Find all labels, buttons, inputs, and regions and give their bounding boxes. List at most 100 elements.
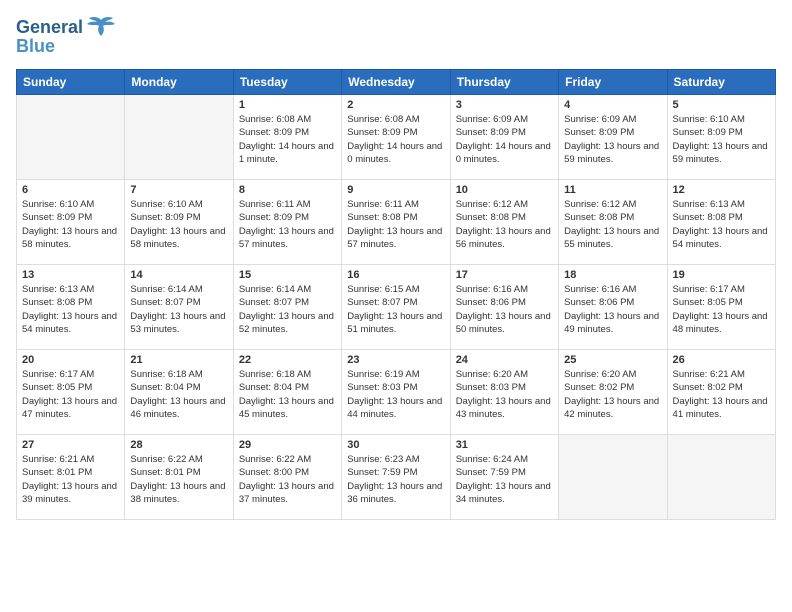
weekday-header: Monday (125, 70, 233, 95)
day-number: 18 (564, 269, 661, 281)
calendar-day-cell: 21 Sunrise: 6:18 AM Sunset: 8:04 PM Dayl… (125, 350, 233, 435)
day-number: 20 (22, 354, 119, 366)
calendar-day-cell: 3 Sunrise: 6:09 AM Sunset: 8:09 PM Dayli… (450, 95, 558, 180)
day-detail: Sunrise: 6:14 AM Sunset: 8:07 PM Dayligh… (130, 283, 227, 336)
logo-bird-icon (87, 16, 115, 38)
day-detail: Sunrise: 6:16 AM Sunset: 8:06 PM Dayligh… (456, 283, 553, 336)
calendar-day-cell: 13 Sunrise: 6:13 AM Sunset: 8:08 PM Dayl… (17, 265, 125, 350)
calendar-day-cell: 9 Sunrise: 6:11 AM Sunset: 8:08 PM Dayli… (342, 180, 450, 265)
calendar-day-cell (667, 435, 775, 520)
day-number: 30 (347, 439, 444, 451)
calendar-day-cell (125, 95, 233, 180)
calendar-day-cell: 19 Sunrise: 6:17 AM Sunset: 8:05 PM Dayl… (667, 265, 775, 350)
calendar-day-cell: 16 Sunrise: 6:15 AM Sunset: 8:07 PM Dayl… (342, 265, 450, 350)
day-detail: Sunrise: 6:22 AM Sunset: 8:00 PM Dayligh… (239, 453, 336, 506)
calendar-week-row: 6 Sunrise: 6:10 AM Sunset: 8:09 PM Dayli… (17, 180, 776, 265)
day-number: 8 (239, 184, 336, 196)
day-detail: Sunrise: 6:11 AM Sunset: 8:08 PM Dayligh… (347, 198, 444, 251)
logo-blue: Blue (16, 36, 55, 57)
calendar-day-cell: 11 Sunrise: 6:12 AM Sunset: 8:08 PM Dayl… (559, 180, 667, 265)
day-number: 13 (22, 269, 119, 281)
day-number: 28 (130, 439, 227, 451)
weekday-header: Tuesday (233, 70, 341, 95)
day-number: 4 (564, 99, 661, 111)
day-detail: Sunrise: 6:17 AM Sunset: 8:05 PM Dayligh… (673, 283, 770, 336)
day-detail: Sunrise: 6:21 AM Sunset: 8:02 PM Dayligh… (673, 368, 770, 421)
calendar-table: SundayMondayTuesdayWednesdayThursdayFrid… (16, 69, 776, 520)
calendar-day-cell: 6 Sunrise: 6:10 AM Sunset: 8:09 PM Dayli… (17, 180, 125, 265)
calendar-day-cell: 30 Sunrise: 6:23 AM Sunset: 7:59 PM Dayl… (342, 435, 450, 520)
weekday-header: Thursday (450, 70, 558, 95)
day-number: 29 (239, 439, 336, 451)
day-number: 24 (456, 354, 553, 366)
day-detail: Sunrise: 6:21 AM Sunset: 8:01 PM Dayligh… (22, 453, 119, 506)
day-number: 16 (347, 269, 444, 281)
calendar-day-cell: 20 Sunrise: 6:17 AM Sunset: 8:05 PM Dayl… (17, 350, 125, 435)
weekday-header: Friday (559, 70, 667, 95)
calendar-day-cell (17, 95, 125, 180)
calendar-day-cell: 24 Sunrise: 6:20 AM Sunset: 8:03 PM Dayl… (450, 350, 558, 435)
day-detail: Sunrise: 6:14 AM Sunset: 8:07 PM Dayligh… (239, 283, 336, 336)
calendar-day-cell: 26 Sunrise: 6:21 AM Sunset: 8:02 PM Dayl… (667, 350, 775, 435)
day-number: 5 (673, 99, 770, 111)
day-detail: Sunrise: 6:18 AM Sunset: 8:04 PM Dayligh… (130, 368, 227, 421)
calendar-day-cell: 2 Sunrise: 6:08 AM Sunset: 8:09 PM Dayli… (342, 95, 450, 180)
day-detail: Sunrise: 6:22 AM Sunset: 8:01 PM Dayligh… (130, 453, 227, 506)
day-number: 2 (347, 99, 444, 111)
weekday-header: Sunday (17, 70, 125, 95)
day-number: 26 (673, 354, 770, 366)
calendar-day-cell (559, 435, 667, 520)
day-detail: Sunrise: 6:09 AM Sunset: 8:09 PM Dayligh… (456, 113, 553, 166)
day-detail: Sunrise: 6:10 AM Sunset: 8:09 PM Dayligh… (130, 198, 227, 251)
calendar-day-cell: 15 Sunrise: 6:14 AM Sunset: 8:07 PM Dayl… (233, 265, 341, 350)
day-detail: Sunrise: 6:17 AM Sunset: 8:05 PM Dayligh… (22, 368, 119, 421)
calendar-day-cell: 1 Sunrise: 6:08 AM Sunset: 8:09 PM Dayli… (233, 95, 341, 180)
day-detail: Sunrise: 6:18 AM Sunset: 8:04 PM Dayligh… (239, 368, 336, 421)
calendar-day-cell: 25 Sunrise: 6:20 AM Sunset: 8:02 PM Dayl… (559, 350, 667, 435)
day-number: 23 (347, 354, 444, 366)
calendar-day-cell: 12 Sunrise: 6:13 AM Sunset: 8:08 PM Dayl… (667, 180, 775, 265)
calendar-day-cell: 8 Sunrise: 6:11 AM Sunset: 8:09 PM Dayli… (233, 180, 341, 265)
day-number: 14 (130, 269, 227, 281)
calendar-week-row: 27 Sunrise: 6:21 AM Sunset: 8:01 PM Dayl… (17, 435, 776, 520)
calendar-week-row: 13 Sunrise: 6:13 AM Sunset: 8:08 PM Dayl… (17, 265, 776, 350)
day-number: 17 (456, 269, 553, 281)
day-number: 21 (130, 354, 227, 366)
calendar-day-cell: 29 Sunrise: 6:22 AM Sunset: 8:00 PM Dayl… (233, 435, 341, 520)
calendar-day-cell: 17 Sunrise: 6:16 AM Sunset: 8:06 PM Dayl… (450, 265, 558, 350)
day-detail: Sunrise: 6:10 AM Sunset: 8:09 PM Dayligh… (22, 198, 119, 251)
day-number: 19 (673, 269, 770, 281)
day-detail: Sunrise: 6:10 AM Sunset: 8:09 PM Dayligh… (673, 113, 770, 166)
day-number: 12 (673, 184, 770, 196)
day-detail: Sunrise: 6:20 AM Sunset: 8:03 PM Dayligh… (456, 368, 553, 421)
day-detail: Sunrise: 6:11 AM Sunset: 8:09 PM Dayligh… (239, 198, 336, 251)
calendar-day-cell: 22 Sunrise: 6:18 AM Sunset: 8:04 PM Dayl… (233, 350, 341, 435)
calendar-day-cell: 7 Sunrise: 6:10 AM Sunset: 8:09 PM Dayli… (125, 180, 233, 265)
day-detail: Sunrise: 6:20 AM Sunset: 8:02 PM Dayligh… (564, 368, 661, 421)
calendar-header-row: SundayMondayTuesdayWednesdayThursdayFrid… (17, 70, 776, 95)
logo-general: General (16, 17, 83, 37)
calendar-week-row: 20 Sunrise: 6:17 AM Sunset: 8:05 PM Dayl… (17, 350, 776, 435)
day-detail: Sunrise: 6:15 AM Sunset: 8:07 PM Dayligh… (347, 283, 444, 336)
day-detail: Sunrise: 6:24 AM Sunset: 7:59 PM Dayligh… (456, 453, 553, 506)
day-number: 10 (456, 184, 553, 196)
calendar-day-cell: 14 Sunrise: 6:14 AM Sunset: 8:07 PM Dayl… (125, 265, 233, 350)
calendar-day-cell: 10 Sunrise: 6:12 AM Sunset: 8:08 PM Dayl… (450, 180, 558, 265)
day-detail: Sunrise: 6:13 AM Sunset: 8:08 PM Dayligh… (673, 198, 770, 251)
calendar-day-cell: 18 Sunrise: 6:16 AM Sunset: 8:06 PM Dayl… (559, 265, 667, 350)
day-number: 27 (22, 439, 119, 451)
weekday-header: Saturday (667, 70, 775, 95)
page-header: General Blue (16, 16, 776, 57)
weekday-header: Wednesday (342, 70, 450, 95)
day-number: 3 (456, 99, 553, 111)
logo: General Blue (16, 16, 115, 57)
day-number: 31 (456, 439, 553, 451)
day-detail: Sunrise: 6:16 AM Sunset: 8:06 PM Dayligh… (564, 283, 661, 336)
day-number: 6 (22, 184, 119, 196)
day-number: 11 (564, 184, 661, 196)
day-detail: Sunrise: 6:08 AM Sunset: 8:09 PM Dayligh… (347, 113, 444, 166)
day-detail: Sunrise: 6:08 AM Sunset: 8:09 PM Dayligh… (239, 113, 336, 166)
day-detail: Sunrise: 6:12 AM Sunset: 8:08 PM Dayligh… (564, 198, 661, 251)
calendar-day-cell: 27 Sunrise: 6:21 AM Sunset: 8:01 PM Dayl… (17, 435, 125, 520)
day-number: 15 (239, 269, 336, 281)
